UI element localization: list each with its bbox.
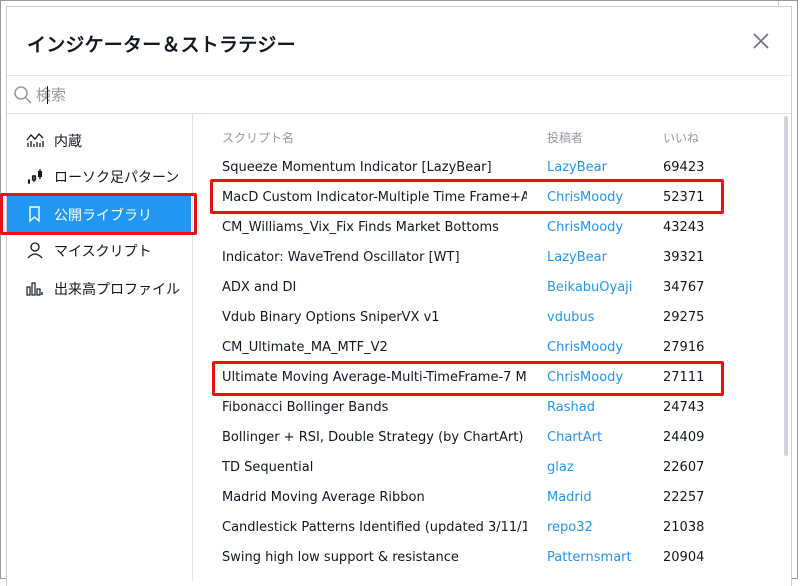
likes-count: 20904 [663,550,705,565]
author-link[interactable]: glaz [547,460,574,475]
search-input[interactable] [36,84,436,106]
script-name: Candlestick Patterns Identified (updated… [222,520,527,535]
author-link[interactable]: Patternsmart [547,550,632,565]
script-name: Ultimate Moving Average-Multi-TimeFrame-… [222,370,527,385]
sidebar-item-candlestick-patterns[interactable]: ローソク足パターン [7,158,193,194]
script-name: ADX and DI [222,280,297,295]
dialog-title: インジケーター＆ストラテジー [27,34,296,56]
column-header-author[interactable]: 投稿者 [547,129,583,146]
likes-count: 22607 [663,460,705,475]
script-name: Madrid Moving Average Ribbon [222,490,425,505]
sidebar-item-label: 内蔵 [54,134,82,150]
column-header-script-name[interactable]: スクリプト名 [222,129,294,146]
table-row[interactable]: CM_Williams_Vix_Fix Finds Market Bottoms… [194,214,778,244]
close-icon[interactable] [748,28,774,54]
author-link[interactable]: ChrisMoody [547,190,623,205]
likes-count: 43243 [663,220,705,235]
sidebar-item-builtin[interactable]: 内蔵 [7,122,193,158]
likes-count: 29275 [663,310,705,325]
table-row[interactable]: Swing high low support & resistance Patt… [194,544,778,574]
category-sidebar: 内蔵 ローソク足パターン 公開ライブラリ マイスクリプト 出来高プロファイル [7,114,193,581]
sidebar-item-my-scripts[interactable]: マイスクリプト [7,232,193,268]
table-row[interactable]: MacD Custom Indicator-Multiple Time Fram… [194,184,778,214]
table-row[interactable]: Fibonacci Bollinger Bands Rashad 24743 [194,394,778,424]
author-link[interactable]: ChartArt [547,430,602,445]
author-link[interactable]: LazyBear [547,250,607,265]
script-name: CM_Ultimate_MA_MTF_V2 [222,340,388,355]
table-row[interactable]: Squeeze Momentum Indicator [LazyBear] La… [194,154,778,184]
search-icon [14,86,32,104]
author-link[interactable]: repo32 [547,520,593,535]
author-link[interactable]: ChrisMoody [547,370,623,385]
header-divider [7,75,791,76]
table-row[interactable]: Vdub Binary Options SniperVX v1 vdubus 2… [194,304,778,334]
table-row[interactable]: Madrid Moving Average Ribbon Madrid 2225… [194,484,778,514]
list-scrollbar[interactable] [784,116,788,456]
author-link[interactable]: ChrisMoody [547,340,623,355]
script-name: CM_Williams_Vix_Fix Finds Market Bottoms [222,220,499,235]
likes-count: 27111 [663,370,705,385]
bookmark-icon [29,206,40,223]
likes-count: 34767 [663,280,705,295]
likes-count: 52371 [663,190,705,205]
script-name: Vdub Binary Options SniperVX v1 [222,310,440,325]
sidebar-item-volume-profile[interactable]: 出来高プロファイル [7,270,193,306]
builtin-chart-icon [26,133,44,147]
likes-count: 22257 [663,490,705,505]
script-name: Indicator: WaveTrend Oscillator [WT] [222,250,460,265]
user-icon [27,242,43,259]
table-row[interactable]: ADX and DI BeikabuOyaji 34767 [194,274,778,304]
likes-count: 24743 [663,400,705,415]
author-link[interactable]: Madrid [547,490,592,505]
table-row[interactable]: Indicator: WaveTrend Oscillator [WT] Laz… [194,244,778,274]
script-name: Fibonacci Bollinger Bands [222,400,389,415]
sidebar-item-label: ローソク足パターン [54,170,180,186]
likes-count: 69423 [663,160,705,175]
author-link[interactable]: LazyBear [547,160,607,175]
script-name: MacD Custom Indicator-Multiple Time Fram… [222,190,527,205]
author-link[interactable]: vdubus [547,310,594,325]
script-name: Bollinger + RSI, Double Strategy (by Cha… [222,430,527,445]
text-caret [47,86,48,104]
script-name: TD Sequential [222,460,314,475]
candlestick-icon [28,169,42,184]
sidebar-item-public-library[interactable]: 公開ライブラリ [7,196,191,232]
author-link[interactable]: BeikabuOyaji [547,280,632,295]
sidebar-item-label: 出来高プロファイル [54,282,180,298]
likes-count: 27916 [663,340,705,355]
table-row[interactable]: Candlestick Patterns Identified (updated… [194,514,778,544]
script-name: Swing high low support & resistance [222,550,459,565]
table-row[interactable]: Bollinger + RSI, Double Strategy (by Cha… [194,424,778,454]
likes-count: 21038 [663,520,705,535]
sidebar-item-label: 公開ライブラリ [54,208,152,224]
sidebar-item-label: マイスクリプト [54,244,152,260]
column-header-likes[interactable]: いいね [663,129,699,146]
author-link[interactable]: ChrisMoody [547,220,623,235]
likes-count: 24409 [663,430,705,445]
author-link[interactable]: Rashad [547,400,595,415]
table-row[interactable]: Ultimate Moving Average-Multi-TimeFrame-… [194,364,778,394]
script-name: Squeeze Momentum Indicator [LazyBear] [222,160,492,175]
likes-count: 39321 [663,250,705,265]
table-row[interactable]: CM_Ultimate_MA_MTF_V2 ChrisMoody 27916 [194,334,778,364]
table-row[interactable]: TD Sequential glaz 22607 [194,454,778,484]
volume-profile-icon [26,282,43,296]
